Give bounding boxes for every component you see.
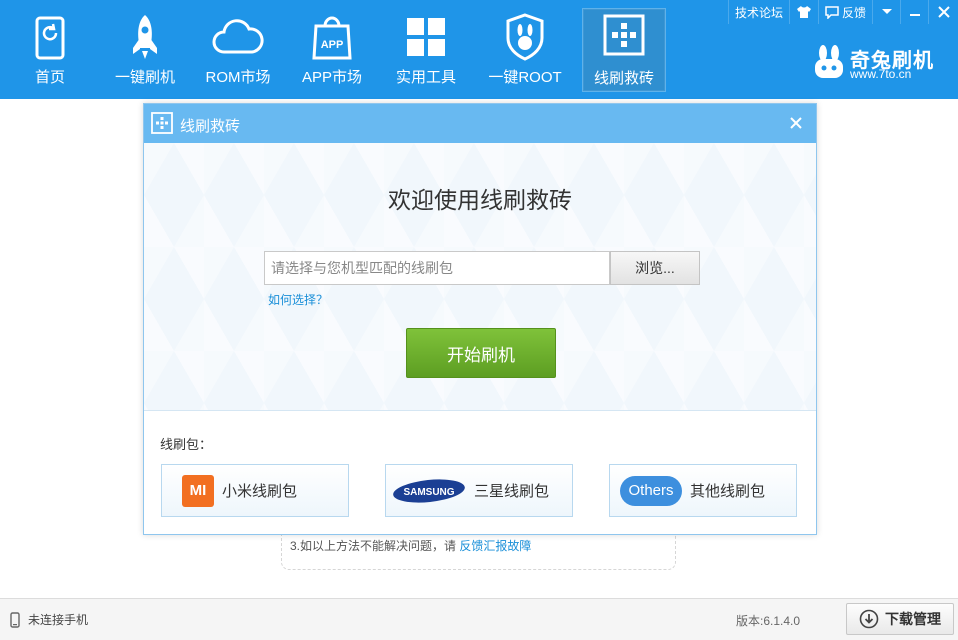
window-close-button[interactable] <box>928 0 958 24</box>
others-package-button[interactable]: Others 其他线刷包 <box>609 464 797 517</box>
others-logo-text: Others <box>628 482 674 499</box>
xiaomi-logo-text: MI <box>189 482 207 499</box>
minimize-button[interactable] <box>900 0 928 24</box>
feedback-label: 反馈 <box>841 5 866 20</box>
nav-item-flash-rescue[interactable]: 线刷救砖 <box>582 8 666 92</box>
feedback-icon <box>825 5 839 19</box>
tshirt-icon <box>796 6 811 18</box>
packages-label: 线刷包： <box>160 437 213 452</box>
feedback-button[interactable]: 反馈 <box>817 0 872 24</box>
connection-status: 未连接手机 <box>10 611 88 628</box>
browse-button[interactable]: 浏览... <box>610 251 700 285</box>
connection-text: 未连接手机 <box>28 613 89 627</box>
close-icon <box>937 6 950 18</box>
nav-label: 线刷救砖 <box>593 70 654 87</box>
nav-label: 一键刷机 <box>114 69 175 86</box>
phone-icon <box>10 611 20 628</box>
nav-item-one-click-flash[interactable]: 一键刷机 <box>103 8 187 92</box>
cloud-icon <box>212 19 264 54</box>
flash-rescue-icon <box>151 112 173 134</box>
nav-label: 一键ROOT <box>488 69 562 86</box>
nav-item-app-market[interactable]: APP APP市场 <box>290 8 374 92</box>
dialog-close-icon[interactable] <box>786 113 806 133</box>
tip-text: 3.如以上方法不能解决问题，请 <box>290 539 457 553</box>
nav-label: ROM市场 <box>205 69 271 86</box>
minimize-icon <box>909 14 920 16</box>
nav-item-one-click-root[interactable]: 一键ROOT <box>483 8 567 92</box>
background-tip: 3.如以上方法不能解决问题，请 反馈汇报故障 <box>290 537 531 554</box>
nav-item-rom-market[interactable]: ROM市场 <box>196 8 280 92</box>
nav-label: APP市场 <box>301 69 362 86</box>
brand-url: www.7to.cn <box>850 67 912 81</box>
nav-label: 实用工具 <box>395 69 456 86</box>
dialog-header: 线刷救砖 <box>144 104 816 143</box>
nav-label: 首页 <box>34 69 65 86</box>
samsung-package-button[interactable]: SAMSUNG 三星线刷包 <box>385 464 573 517</box>
package-label: 三星线刷包 <box>474 483 550 500</box>
download-manager-label: 下载管理 <box>885 611 941 627</box>
app-bag-icon: APP <box>312 16 352 60</box>
grid-icon <box>407 18 445 56</box>
samsung-logo-icon: SAMSUNG <box>393 478 465 503</box>
top-navigation-bar: 首页 一键刷机 ROM市场 APP APP市场 实用工具 一键ROOT 线刷救砖… <box>0 0 958 99</box>
skin-button[interactable] <box>788 0 818 24</box>
rabbit-logo-icon <box>815 45 843 78</box>
brand-logo: 奇兔刷机 www.7to.cn <box>812 44 942 84</box>
home-icon <box>35 16 65 60</box>
chevron-down-icon <box>881 9 892 14</box>
others-logo-icon: Others <box>620 475 682 506</box>
rocket-icon <box>133 15 157 59</box>
app-bag-text: APP <box>321 39 344 51</box>
xiaomi-logo-icon: MI <box>182 474 214 507</box>
menu-dropdown-button[interactable] <box>872 0 900 24</box>
download-icon <box>859 609 879 629</box>
flash-rescue-icon <box>603 14 645 56</box>
report-issue-link[interactable]: 反馈汇报故障 <box>459 539 531 553</box>
package-label: 其他线刷包 <box>690 483 766 500</box>
dialog-body: 欢迎使用线刷救砖 浏览... 如何选择？ 开始刷机 <box>144 143 816 410</box>
flash-rescue-dialog: 线刷救砖 欢迎使用线刷救砖 浏览... 如何选择？ 开始刷机 线刷包： MI 小… <box>143 103 817 535</box>
dialog-divider <box>144 410 816 411</box>
nav-item-home[interactable]: 首页 <box>8 8 92 92</box>
welcome-heading: 欢迎使用线刷救砖 <box>388 187 572 213</box>
shield-rabbit-icon <box>506 13 544 61</box>
system-buttons: 技术论坛 反馈 <box>727 0 958 24</box>
samsung-logo-text: SAMSUNG <box>403 487 454 498</box>
nav-item-tools[interactable]: 实用工具 <box>384 8 468 92</box>
start-flash-button[interactable]: 开始刷机 <box>406 328 556 378</box>
xiaomi-package-button[interactable]: MI 小米线刷包 <box>161 464 349 517</box>
how-to-choose-link[interactable]: 如何选择？ <box>268 291 328 308</box>
version-text: 版本:6.1.4.0 <box>736 614 801 628</box>
dialog-title: 线刷救砖 <box>180 118 241 135</box>
download-manager-button[interactable]: 下载管理 <box>846 603 954 635</box>
package-label: 小米线刷包 <box>222 483 298 500</box>
package-path-input[interactable] <box>264 251 610 285</box>
status-bar: 未连接手机 版本:6.1.4.0 下载管理 <box>0 598 958 640</box>
forum-link[interactable]: 技术论坛 <box>727 0 789 24</box>
